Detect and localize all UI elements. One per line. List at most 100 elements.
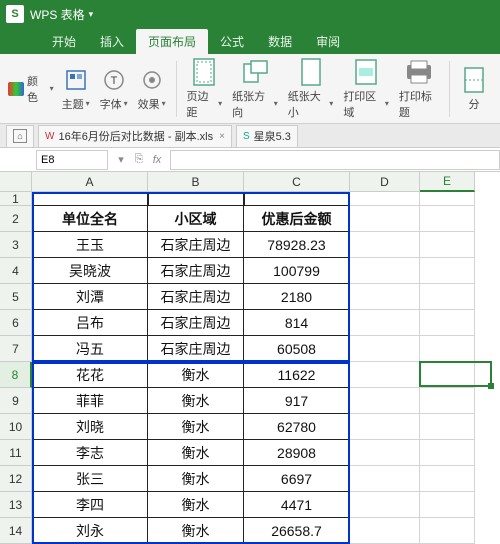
close-icon[interactable]: ×	[219, 131, 225, 142]
cell-E12[interactable]	[420, 466, 475, 492]
cell-E6[interactable]	[420, 310, 475, 336]
theme-color-button[interactable]: 颜色▾	[8, 73, 54, 105]
cell-A5[interactable]: 刘潭	[32, 284, 148, 310]
doctab-home[interactable]: ⌂	[6, 125, 34, 147]
cell-E7[interactable]	[420, 336, 475, 362]
cell-E5[interactable]	[420, 284, 475, 310]
row-header-7[interactable]: 7	[0, 336, 32, 362]
cell-C8[interactable]: 11622	[244, 362, 350, 388]
col-header-D[interactable]: D	[350, 172, 420, 192]
row-header-1[interactable]: 1	[0, 192, 32, 206]
cell-D2[interactable]	[350, 206, 420, 232]
cell-C1[interactable]	[244, 192, 350, 206]
fx-icon[interactable]: fx	[148, 151, 166, 169]
fx-dd[interactable]: ▾	[112, 151, 130, 169]
cell-E14[interactable]	[420, 518, 475, 544]
cell-D4[interactable]	[350, 258, 420, 284]
row-header-3[interactable]: 3	[0, 232, 32, 258]
doctab-2[interactable]: S星泉5.3	[236, 125, 298, 147]
cell-C6[interactable]: 814	[244, 310, 350, 336]
cell-B1[interactable]	[148, 192, 244, 206]
cell-A10[interactable]: 刘晓	[32, 414, 148, 440]
cell-D6[interactable]	[350, 310, 420, 336]
cell-A13[interactable]: 李四	[32, 492, 148, 518]
cell-A2[interactable]: 单位全名	[32, 206, 148, 232]
cell-D3[interactable]	[350, 232, 420, 258]
cell-C10[interactable]: 62780	[244, 414, 350, 440]
cell-B7[interactable]: 石家庄周边	[148, 336, 244, 362]
font-button[interactable]: T 字体▾	[96, 66, 132, 112]
cell-A1[interactable]	[32, 192, 148, 206]
cell-A7[interactable]: 冯五	[32, 336, 148, 362]
cell-D9[interactable]	[350, 388, 420, 414]
cell-C3[interactable]: 78928.23	[244, 232, 350, 258]
cell-D12[interactable]	[350, 466, 420, 492]
cell-A8[interactable]: 花花	[32, 362, 148, 388]
cell-A9[interactable]: 菲菲	[32, 388, 148, 414]
cell-C13[interactable]: 4471	[244, 492, 350, 518]
cell-A11[interactable]: 李志	[32, 440, 148, 466]
cell-D5[interactable]	[350, 284, 420, 310]
row-header-9[interactable]: 9	[0, 388, 32, 414]
dropdown-icon[interactable]: ▾	[89, 9, 94, 20]
col-header-C[interactable]: C	[244, 172, 350, 192]
cell-A3[interactable]: 王玉	[32, 232, 148, 258]
effect-button[interactable]: 效果▾	[134, 66, 170, 112]
cell-B3[interactable]: 石家庄周边	[148, 232, 244, 258]
row-header-6[interactable]: 6	[0, 310, 32, 336]
row-header-4[interactable]: 4	[0, 258, 32, 284]
cell-B12[interactable]: 衡水	[148, 466, 244, 492]
fx-tool[interactable]: ⎘	[130, 151, 148, 169]
theme-button[interactable]: 主题▾	[58, 66, 94, 112]
size-button[interactable]: 纸张大小▾	[284, 58, 338, 120]
col-header-E[interactable]: E	[420, 172, 475, 192]
cell-B13[interactable]: 衡水	[148, 492, 244, 518]
cell-B2[interactable]: 小区域	[148, 206, 244, 232]
cell-D10[interactable]	[350, 414, 420, 440]
tab-insert[interactable]: 插入	[88, 29, 136, 54]
printarea-button[interactable]: 打印区域▾	[339, 58, 393, 120]
cell-A14[interactable]: 刘永	[32, 518, 148, 544]
row-header-11[interactable]: 11	[0, 440, 32, 466]
row-header-8[interactable]: 8	[0, 362, 32, 388]
cell-E9[interactable]	[420, 388, 475, 414]
cell-C2[interactable]: 优惠后金额	[244, 206, 350, 232]
cell-D13[interactable]	[350, 492, 420, 518]
cell-E2[interactable]	[420, 206, 475, 232]
doctab-1[interactable]: W16年6月份后对比数据 - 副本.xls×	[38, 125, 232, 147]
cell-A6[interactable]: 吕布	[32, 310, 148, 336]
cell-B14[interactable]: 衡水	[148, 518, 244, 544]
row-header-5[interactable]: 5	[0, 284, 32, 310]
cell-C9[interactable]: 917	[244, 388, 350, 414]
row-header-13[interactable]: 13	[0, 492, 32, 518]
printtitle-button[interactable]: 打印标题	[395, 58, 443, 120]
cell-E11[interactable]	[420, 440, 475, 466]
row-header-14[interactable]: 14	[0, 518, 32, 544]
cell-B9[interactable]: 衡水	[148, 388, 244, 414]
cell-E8[interactable]	[420, 362, 475, 388]
cell-E3[interactable]	[420, 232, 475, 258]
cell-B8[interactable]: 衡水	[148, 362, 244, 388]
cell-D8[interactable]	[350, 362, 420, 388]
cell-D7[interactable]	[350, 336, 420, 362]
cell-E13[interactable]	[420, 492, 475, 518]
col-header-A[interactable]: A	[32, 172, 148, 192]
cell-C12[interactable]: 6697	[244, 466, 350, 492]
tab-review[interactable]: 审阅	[304, 29, 352, 54]
cell-B4[interactable]: 石家庄周边	[148, 258, 244, 284]
col-header-B[interactable]: B	[148, 172, 244, 192]
cell-B11[interactable]: 衡水	[148, 440, 244, 466]
cell-B10[interactable]: 衡水	[148, 414, 244, 440]
formula-input[interactable]	[170, 150, 500, 170]
cell-D1[interactable]	[350, 192, 420, 206]
cell-C14[interactable]: 26658.7	[244, 518, 350, 544]
row-header-2[interactable]: 2	[0, 206, 32, 232]
cell-C11[interactable]: 28908	[244, 440, 350, 466]
cell-C5[interactable]: 2180	[244, 284, 350, 310]
cell-E1[interactable]	[420, 192, 475, 206]
cell-A12[interactable]: 张三	[32, 466, 148, 492]
row-header-10[interactable]: 10	[0, 414, 32, 440]
name-box[interactable]: E8	[36, 150, 108, 170]
pagebreak-button[interactable]: 分	[456, 66, 492, 112]
margin-button[interactable]: 页边距▾	[183, 58, 227, 120]
